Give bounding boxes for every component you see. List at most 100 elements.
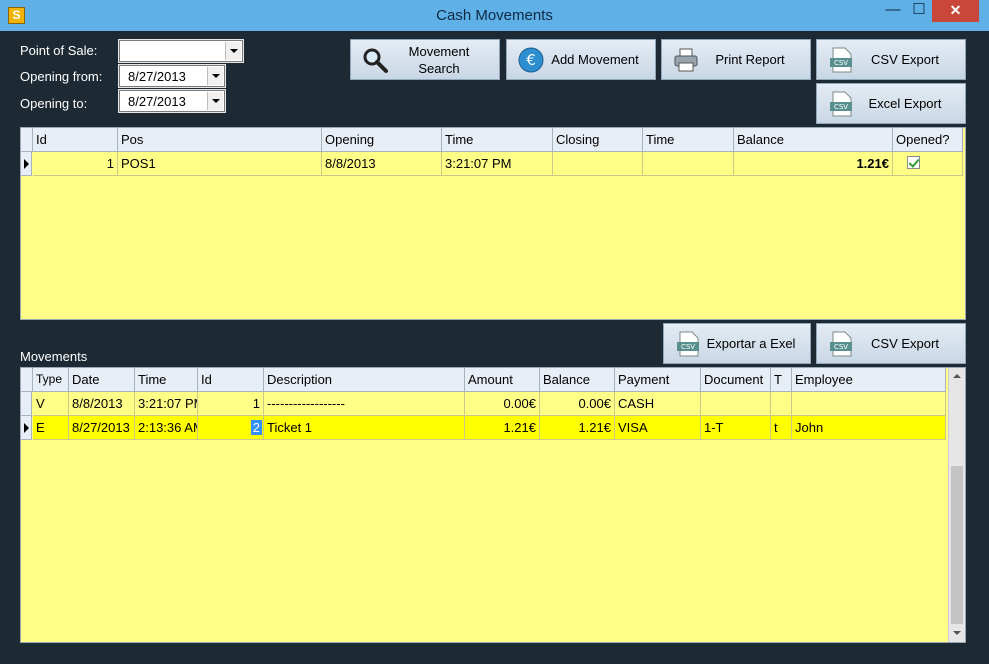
session-id[interactable]: 1 [33,152,118,176]
window-title: Cash Movements [436,7,553,24]
csv-export-button[interactable]: CSV CSV Export [816,39,966,80]
movements-scrollbar[interactable] [948,368,965,642]
col-header-type[interactable]: Type [33,368,69,392]
opening-from-date[interactable]: 8/27/2013 [118,64,226,88]
movement-balance[interactable]: 1.21€ [540,416,615,440]
maximize-button[interactable]: ☐ [906,0,932,22]
row-selector[interactable] [21,416,32,440]
minimize-button[interactable]: — [880,0,906,22]
scroll-thumb[interactable] [951,466,963,624]
movement-document[interactable] [701,392,771,416]
excel-export-button[interactable]: CSV Excel Export [816,83,966,124]
chevron-down-icon[interactable] [207,67,223,85]
movement-id-value: 2 [250,420,262,435]
pos-label: Point of Sale: [20,43,98,58]
movement-amount[interactable]: 0.00€ [465,392,540,416]
movement-description[interactable]: Ticket 1 [264,416,465,440]
movement-balance[interactable]: 0.00€ [540,392,615,416]
movement-t[interactable]: t [771,416,792,440]
movement-search-button[interactable]: Movement Search [350,39,500,80]
col-header-t[interactable]: T [771,368,792,392]
close-button[interactable]: ✕ [932,0,979,22]
col-header-opening[interactable]: Opening [322,128,442,152]
movement-document[interactable]: 1-T [701,416,771,440]
col-header-id[interactable]: Id [198,368,264,392]
movement-description[interactable]: ------------------ [264,392,465,416]
scroll-up-icon[interactable] [949,368,965,385]
session-pos[interactable]: POS1 [118,152,322,176]
opening-to-date[interactable]: 8/27/2013 [118,89,226,113]
movement-date[interactable]: 8/27/2013 [69,416,135,440]
opened-checkbox[interactable] [907,156,920,169]
svg-text:CSV: CSV [834,59,848,67]
chevron-down-icon[interactable] [207,92,223,110]
window-client: Point of Sale: Opening from: 8/27/2013 O… [8,31,981,656]
grid-corner [21,368,33,392]
title-bar: S Cash Movements — ☐ ✕ [0,0,989,31]
movement-type[interactable]: V [33,392,69,416]
session-opening[interactable]: 8/8/2013 [322,152,442,176]
movement-date[interactable]: 8/8/2013 [69,392,135,416]
csv-icon: CSV [830,331,852,357]
col-header-amount[interactable]: Amount [465,368,540,392]
row-selector[interactable] [21,152,32,176]
row-selector[interactable] [21,392,32,416]
svg-text:CSV: CSV [681,343,695,351]
col-header-payment[interactable]: Payment [615,368,701,392]
movement-search-label: Movement Search [408,43,470,76]
pos-select[interactable] [118,39,244,63]
svg-text:€: € [526,51,536,69]
col-header-time[interactable]: Time [135,368,198,392]
excel-export-label: Excel Export [868,96,942,111]
opening-to-label: Opening to: [20,96,88,111]
scroll-down-icon[interactable] [949,625,965,642]
col-header-balance[interactable]: Balance [540,368,615,392]
export-excel-button[interactable]: CSV Exportar a Exel [663,323,811,364]
movements-csv-export-button[interactable]: CSV CSV Export [816,323,966,364]
col-header-id[interactable]: Id [33,128,118,152]
col-header-closing[interactable]: Closing [553,128,643,152]
movement-payment[interactable]: VISA [615,416,701,440]
printer-icon [674,48,698,72]
session-time[interactable]: 3:21:07 PM [442,152,553,176]
print-report-label: Print Report [715,52,785,67]
opening-from-label: Opening from: [20,69,103,84]
col-header-description[interactable]: Description [264,368,465,392]
movement-t[interactable] [771,392,792,416]
movement-payment[interactable]: CASH [615,392,701,416]
movement-id[interactable]: 1 [198,392,264,416]
session-opened-cell[interactable] [893,152,963,176]
session-balance[interactable]: 1.21€ [734,152,893,176]
add-movement-button[interactable]: € Add Movement [506,39,656,80]
movements-label: Movements [20,349,88,364]
svg-text:CSV: CSV [834,343,848,351]
excel-icon: CSV [830,91,852,117]
session-close-time[interactable] [643,152,734,176]
csv-icon: CSV [830,47,852,73]
export-excel-label: Exportar a Exel [706,336,796,351]
col-header-balance[interactable]: Balance [734,128,893,152]
movements-grid: Type Date Time Id Description Amount Bal… [20,367,966,643]
movement-employee[interactable]: John [792,416,946,440]
movement-id[interactable]: 2 [198,416,264,440]
col-header-date[interactable]: Date [69,368,135,392]
chevron-down-icon[interactable] [225,42,241,60]
print-report-button[interactable]: Print Report [661,39,811,80]
movement-employee[interactable] [792,392,946,416]
movement-type[interactable]: E [33,416,69,440]
col-header-close-time[interactable]: Time [643,128,734,152]
movement-time[interactable]: 3:21:07 PM [135,392,198,416]
add-movement-label: Add Movement [551,52,639,67]
col-header-document[interactable]: Document [701,368,771,392]
csv-icon: CSV [677,331,699,357]
opening-to-value: 8/27/2013 [128,94,186,109]
session-closing[interactable] [553,152,643,176]
movement-time[interactable]: 2:13:36 AM [135,416,198,440]
col-header-pos[interactable]: Pos [118,128,322,152]
sessions-grid: Id Pos Opening Time Closing Time Balance… [20,127,966,320]
col-header-opened[interactable]: Opened? [893,128,963,152]
col-header-time[interactable]: Time [442,128,553,152]
euro-icon: € [518,47,544,73]
col-header-employee[interactable]: Employee [792,368,946,392]
movement-amount[interactable]: 1.21€ [465,416,540,440]
